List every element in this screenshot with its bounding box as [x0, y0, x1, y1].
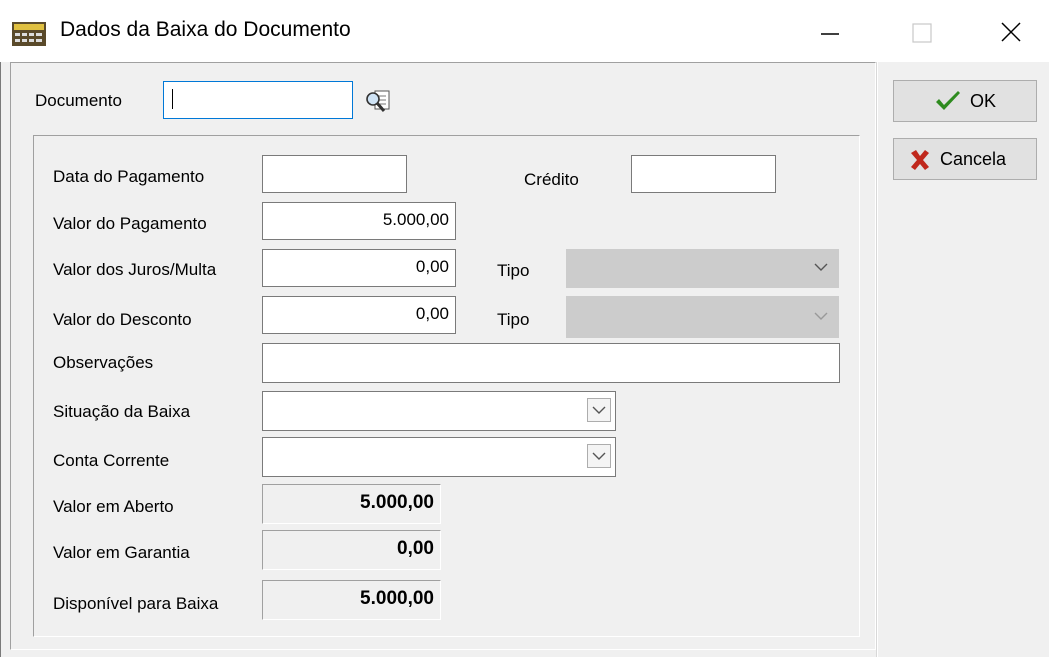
- valor-aberto-label: Valor em Aberto: [53, 497, 174, 516]
- conta-corrente-select[interactable]: [262, 437, 616, 477]
- juros-tipo-select[interactable]: [566, 249, 839, 288]
- cancel-button[interactable]: Cancela: [893, 138, 1037, 180]
- situacao-dropdown-button[interactable]: [587, 398, 611, 422]
- panel-separator-highlight: [877, 62, 878, 657]
- credito-input[interactable]: [631, 155, 776, 193]
- calculator-icon: [12, 22, 46, 46]
- data-pagamento-label: Data do Pagamento: [53, 167, 205, 186]
- chevron-down-icon: [592, 406, 606, 414]
- documento-input[interactable]: [163, 81, 353, 119]
- valor-juros-input[interactable]: 0,00: [262, 249, 456, 287]
- disponivel-label: Disponível para Baixa: [53, 594, 219, 613]
- valor-garantia-label: Valor em Garantia: [53, 543, 190, 562]
- x-icon: [911, 150, 929, 170]
- data-pagamento-input[interactable]: [262, 155, 407, 193]
- chevron-down-icon: [592, 452, 606, 460]
- maximize-button[interactable]: [892, 10, 954, 54]
- desconto-tipo-select[interactable]: [566, 296, 839, 338]
- conta-corrente-label: Conta Corrente: [53, 451, 170, 470]
- credito-label: Crédito: [524, 170, 579, 189]
- title-bar: Dados da Baixa do Documento: [0, 0, 1049, 62]
- situacao-baixa-label: Situação da Baixa: [53, 402, 191, 421]
- valor-desconto-label: Valor do Desconto: [53, 310, 192, 329]
- chevron-down-icon: [814, 263, 828, 271]
- search-document-icon[interactable]: [362, 87, 394, 117]
- checkmark-icon: [936, 91, 960, 110]
- minimize-icon: [821, 33, 839, 35]
- situacao-baixa-select[interactable]: [262, 391, 616, 431]
- ok-label: OK: [970, 91, 997, 111]
- valor-pagamento-label: Valor do Pagamento: [53, 214, 207, 233]
- conta-dropdown-button[interactable]: [587, 444, 611, 468]
- minimize-button[interactable]: [800, 10, 862, 54]
- documento-label: Documento: [35, 91, 122, 110]
- maximize-icon: [912, 23, 932, 43]
- valor-pagamento-input[interactable]: 5.000,00: [262, 202, 456, 240]
- window-title: Dados da Baixa do Documento: [60, 18, 351, 41]
- ok-button[interactable]: OK: [893, 80, 1037, 122]
- disponivel-display: 5.000,00: [262, 580, 441, 620]
- observacoes-label: Observações: [53, 353, 154, 372]
- desconto-tipo-label: Tipo: [497, 310, 530, 329]
- valor-aberto-display: 5.000,00: [262, 484, 441, 524]
- text-caret: [172, 89, 173, 109]
- valor-garantia-display: 0,00: [262, 530, 441, 570]
- valor-juros-label: Valor dos Juros/Multa: [53, 260, 217, 279]
- window-border: [0, 62, 1, 657]
- close-icon: [1001, 22, 1021, 42]
- close-button[interactable]: [980, 10, 1042, 54]
- chevron-down-icon: [814, 312, 828, 320]
- valor-juros-value: 0,00: [415, 257, 449, 276]
- valor-pagamento-value: 5.000,00: [382, 210, 449, 229]
- observacoes-input[interactable]: [262, 343, 840, 383]
- cancel-label: Cancela: [940, 149, 1007, 169]
- valor-desconto-value: 0,00: [415, 304, 449, 323]
- valor-desconto-input[interactable]: 0,00: [262, 296, 456, 334]
- juros-tipo-label: Tipo: [497, 261, 530, 280]
